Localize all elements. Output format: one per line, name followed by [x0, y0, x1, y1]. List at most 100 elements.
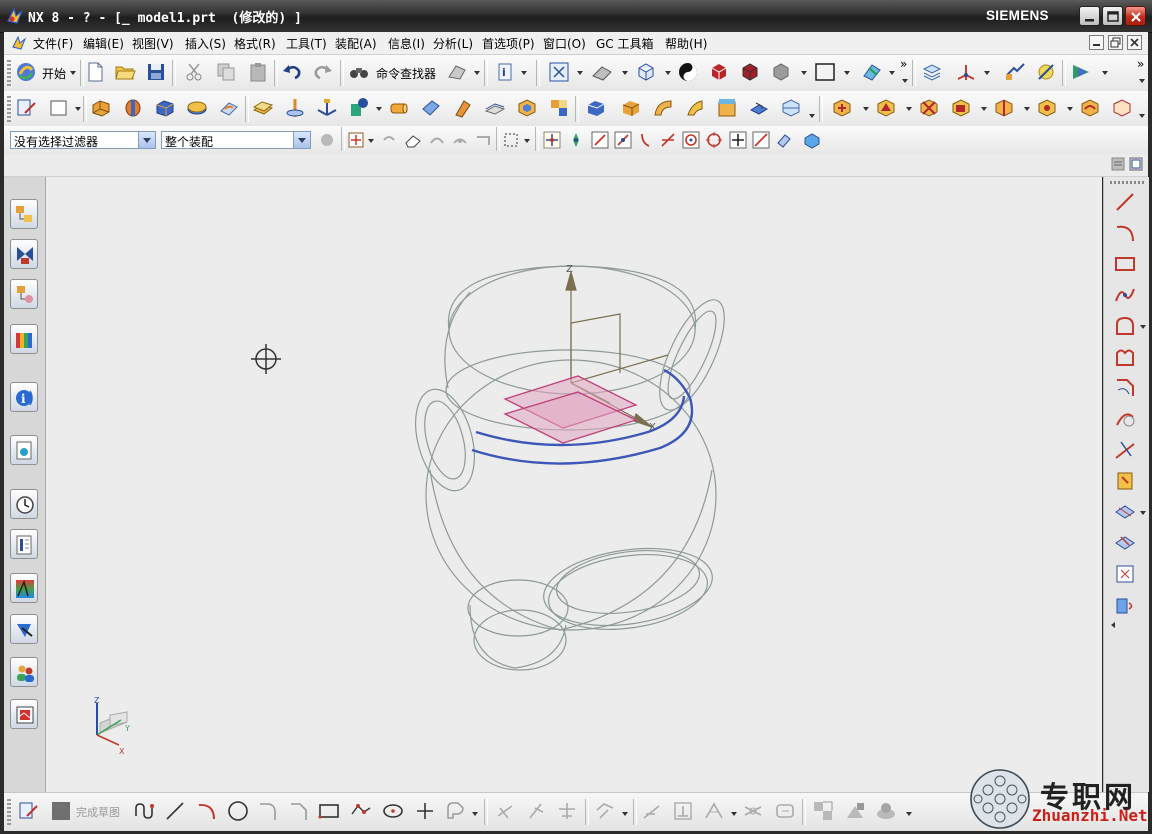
auto-dimension-icon[interactable] [641, 800, 663, 822]
menu-tools[interactable]: 工具(T) [286, 35, 327, 52]
snap-point-icon[interactable] [347, 131, 365, 149]
extrude-icon[interactable] [90, 97, 112, 119]
constraint-perpendicular-icon[interactable] [525, 800, 547, 822]
animate-dimension-icon[interactable] [774, 800, 796, 822]
layer-settings-icon[interactable] [921, 61, 943, 83]
type-filter-dropdown[interactable]: 没有选择过滤器 [10, 131, 156, 149]
quick-extend-icon[interactable] [444, 800, 466, 822]
copy-icon[interactable] [215, 61, 237, 83]
reuse-library-tab[interactable] [10, 324, 38, 354]
background-icon[interactable] [814, 61, 836, 83]
menu-help[interactable]: 帮助(H) [665, 35, 707, 52]
roles-tab[interactable] [10, 657, 38, 687]
datum-plane-icon[interactable] [252, 97, 274, 119]
ellipse-icon[interactable] [382, 800, 404, 822]
menu-format[interactable]: 格式(R) [234, 35, 276, 52]
model-viewport[interactable]: Z X Z Y X [46, 177, 1102, 792]
menu-edit[interactable]: 编辑(E) [83, 35, 124, 52]
redo-icon[interactable] [312, 61, 334, 83]
toolbar-overflow-chevron[interactable]: » [900, 57, 907, 71]
auto-constrain-icon[interactable] [594, 800, 616, 822]
point-bottom-icon[interactable] [414, 800, 436, 822]
menu-view[interactable]: 视图(V) [132, 35, 174, 52]
thicken-icon[interactable] [484, 97, 506, 119]
derived-line-icon[interactable] [1113, 593, 1137, 617]
history-tab[interactable] [10, 489, 38, 519]
information-icon[interactable]: i [494, 61, 516, 83]
trim-body-icon[interactable] [748, 97, 770, 119]
eraser-icon[interactable] [404, 131, 422, 149]
edge-blend-icon[interactable] [218, 97, 240, 119]
exploded-view-icon[interactable] [1036, 97, 1058, 119]
datum-csys-icon[interactable] [316, 97, 338, 119]
rectangle-bottom-icon[interactable] [318, 800, 340, 822]
chamfer-icon[interactable] [1113, 376, 1137, 400]
hd3d-tools-tab[interactable]: i [10, 382, 38, 412]
document-icon[interactable] [11, 35, 27, 51]
hide-icon[interactable] [451, 131, 469, 149]
wireframe-cube-icon[interactable] [635, 61, 657, 83]
show-hide-icon[interactable] [428, 131, 446, 149]
draft-icon[interactable] [716, 97, 738, 119]
split-body-icon[interactable] [780, 97, 802, 119]
polygon-icon[interactable] [1113, 314, 1137, 338]
invert-show-hide-icon[interactable] [474, 131, 492, 149]
menu-assemblies[interactable]: 装配(A) [335, 35, 377, 52]
toolbar-grip[interactable] [7, 799, 11, 825]
existing-point-snap-icon[interactable] [729, 131, 747, 149]
mdi-minimize-button[interactable] [1089, 35, 1104, 50]
wcs-icon[interactable] [955, 61, 977, 83]
nx-app-icon[interactable] [6, 7, 24, 25]
maximize-button[interactable] [1102, 6, 1123, 26]
shaded-box-icon[interactable] [708, 61, 730, 83]
open-folder-icon[interactable] [114, 61, 136, 83]
shell-icon[interactable] [516, 97, 538, 119]
trim-icon[interactable] [1113, 438, 1137, 462]
cut-icon[interactable] [183, 61, 205, 83]
system-scenes-tab[interactable] [10, 699, 38, 729]
command-finder-button[interactable]: 命令查找器 [376, 65, 436, 82]
alternate-solution-icon[interactable] [742, 800, 764, 822]
add-component-icon[interactable] [831, 97, 853, 119]
general-selection-filters-icon[interactable] [318, 131, 336, 149]
subtract-icon[interactable] [620, 97, 642, 119]
system-materials-tab[interactable] [10, 529, 38, 559]
pattern-feature-icon[interactable] [548, 97, 570, 119]
clip-section-icon[interactable] [861, 61, 883, 83]
toolbar-overflow-chevron-2[interactable]: » [1137, 57, 1144, 71]
save-icon[interactable] [145, 61, 167, 83]
selection-scope-dropdown[interactable]: 整个装配 [161, 131, 311, 149]
intersection-snap-icon[interactable] [659, 131, 677, 149]
point-snap-icon[interactable] [567, 131, 585, 149]
menu-analysis[interactable]: 分析(L) [433, 35, 473, 52]
blend-surface-icon[interactable] [652, 97, 674, 119]
show-constraints-icon[interactable] [703, 800, 725, 822]
undo-icon[interactable] [281, 61, 303, 83]
line-icon[interactable] [1113, 190, 1137, 214]
reattach-sketch-icon[interactable] [812, 800, 834, 822]
sweep-icon[interactable] [452, 97, 474, 119]
profile-icon[interactable] [134, 800, 156, 822]
sketch-in-task-icon[interactable] [48, 97, 70, 119]
toolbar-grip[interactable] [1110, 181, 1144, 184]
end-point-snap-icon[interactable] [543, 131, 561, 149]
shaded-sphere-icon[interactable] [677, 61, 699, 83]
mirror-assembly-icon[interactable] [993, 97, 1015, 119]
wave-geometry-linker-icon[interactable] [1079, 97, 1101, 119]
reposition-component-icon[interactable] [950, 97, 972, 119]
new-file-icon[interactable] [84, 61, 106, 83]
constraint-parallel-icon[interactable] [494, 800, 516, 822]
manufacturing-wizard-tab[interactable] [10, 614, 38, 644]
chamfer-bottom-icon[interactable] [288, 800, 310, 822]
start-button[interactable]: 开始 [42, 65, 66, 82]
cylinder-pad-icon[interactable] [186, 97, 208, 119]
fixed-constraint-icon[interactable] [672, 800, 694, 822]
constraint-navigator-tab[interactable] [10, 239, 38, 269]
chamfer-surface-icon[interactable] [684, 97, 706, 119]
sketch-icon[interactable] [16, 97, 38, 119]
line-snap-icon[interactable] [591, 131, 609, 149]
finish-sketch-icon[interactable] [50, 800, 72, 822]
studio-spline-icon[interactable] [1113, 283, 1137, 307]
cylinder-icon[interactable] [388, 97, 410, 119]
grey-box-icon[interactable] [770, 61, 792, 83]
